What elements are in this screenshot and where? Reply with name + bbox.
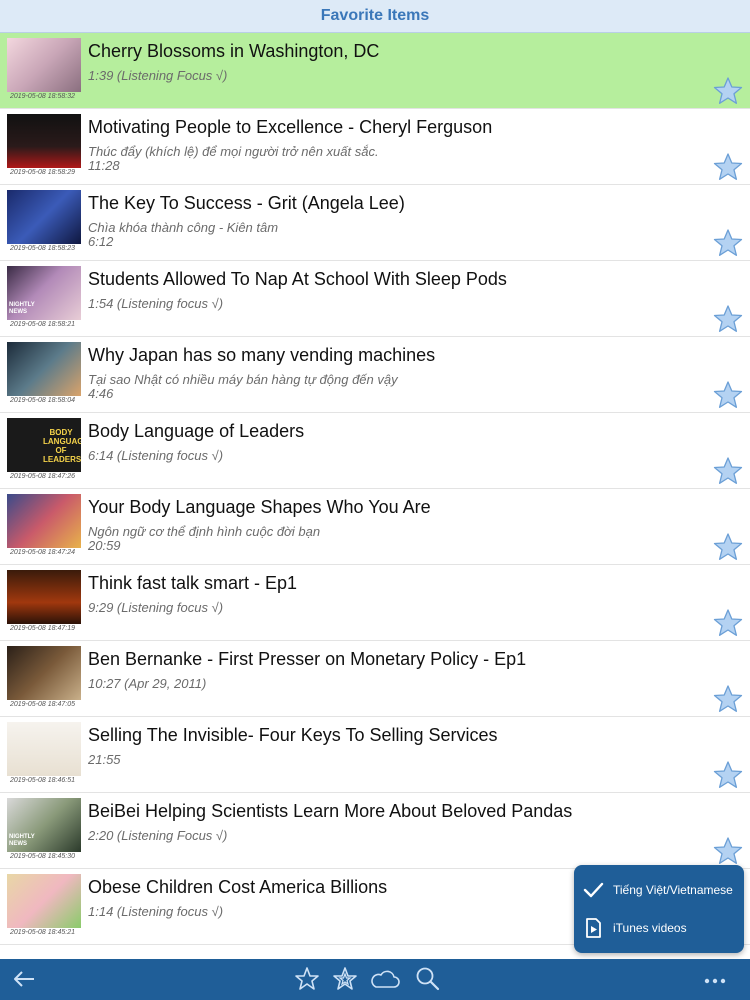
item-title: Your Body Language Shapes Who You Are	[88, 497, 431, 517]
video-thumbnail	[7, 570, 81, 624]
popover-item-itunes-videos[interactable]: iTunes videos	[574, 910, 744, 946]
back-arrow-icon[interactable]	[9, 964, 39, 994]
popover-item-label: iTunes videos	[613, 921, 687, 935]
list-item[interactable]: 2019-05-08 18:46:51 Selling The Invisible…	[0, 717, 750, 793]
video-thumbnail: BODY LANGUAGE OF LEADERS	[7, 418, 81, 472]
video-thumbnail	[7, 114, 81, 168]
timestamp: 2019-05-08 18:58:23	[10, 245, 75, 252]
video-thumbnail	[7, 494, 81, 548]
page-title: Favorite Items	[320, 7, 430, 24]
list-item[interactable]: 2019-05-08 18:47:24 Your Body Language Sh…	[0, 489, 750, 565]
thumbnail-caption: NIGHTLY NEWS	[9, 834, 35, 847]
item-title: BeiBei Helping Scientists Learn More Abo…	[88, 801, 573, 821]
item-title: Why Japan has so many vending machines	[88, 345, 436, 365]
list-item[interactable]: BODY LANGUAGE OF LEADERS 2019-05-08 18:47…	[0, 413, 750, 489]
video-thumbnail	[7, 342, 81, 396]
list-item[interactable]: 2019-05-08 18:58:04 Why Japan has so many…	[0, 337, 750, 413]
list-item[interactable]: 2019-05-08 18:58:29 Motivating People to …	[0, 109, 750, 185]
favorites-list[interactable]: 2019-05-08 18:58:32 Cherry Blossoms in Wa…	[0, 33, 750, 959]
item-subtitle: Tại sao Nhật có nhiều máy bán hàng tự độ…	[88, 372, 398, 387]
item-title: The Key To Success - Grit (Angela Lee)	[88, 193, 405, 213]
item-subtitle: 21:55	[88, 752, 121, 767]
item-subtitle: Thúc đẩy (khích lệ) để mọi người trở nên…	[88, 144, 379, 159]
list-item[interactable]: 2019-05-08 18:47:19 Think fast talk smart…	[0, 565, 750, 641]
timestamp: 2019-05-08 18:47:19	[10, 625, 75, 632]
favorite-star-icon[interactable]	[713, 152, 743, 182]
item-subtitle: 1:54 (Listening focus √)	[88, 296, 224, 311]
more-icon[interactable]	[700, 964, 730, 994]
video-thumbnail: NIGHTLY NEWS	[7, 798, 81, 852]
checkmark-icon	[583, 882, 604, 898]
item-duration: 4:46	[88, 386, 114, 401]
item-subtitle: 9:29 (Listening focus √)	[88, 600, 224, 615]
timestamp: 2019-05-08 18:58:21	[10, 321, 75, 328]
bottom-toolbar	[0, 959, 750, 1000]
favorite-star-icon[interactable]	[713, 380, 743, 410]
favorite-star-icon[interactable]	[713, 608, 743, 638]
timestamp: 2019-05-08 18:45:21	[10, 929, 75, 936]
popover-item-vietnamese[interactable]: Tiếng Việt/Vietnamese	[574, 872, 744, 908]
item-title: Ben Bernanke - First Presser on Monetary…	[88, 649, 527, 669]
item-subtitle: 1:39 (Listening Focus √)	[88, 68, 228, 83]
favorite-star-icon[interactable]	[713, 228, 743, 258]
popover-item-label: Tiếng Việt/Vietnamese	[613, 883, 733, 897]
favorite-star-icon[interactable]	[713, 760, 743, 790]
timestamp: 2019-05-08 18:46:51	[10, 777, 75, 784]
video-file-icon	[586, 918, 601, 938]
thumbnail-caption: NIGHTLY NEWS	[9, 302, 35, 315]
star-burst-icon[interactable]	[330, 964, 360, 994]
video-thumbnail: NIGHTLY NEWS	[7, 266, 81, 320]
item-title: Motivating People to Excellence - Cheryl…	[88, 117, 493, 137]
item-subtitle: 1:14 (Listening focus √)	[88, 904, 224, 919]
item-subtitle: Ngôn ngữ cơ thể định hình cuộc đời bạn	[88, 524, 321, 539]
video-thumbnail	[7, 190, 81, 244]
favorite-star-icon[interactable]	[713, 836, 743, 866]
video-thumbnail	[7, 38, 81, 92]
favorite-star-icon[interactable]	[713, 304, 743, 334]
item-title: Think fast talk smart - Ep1	[88, 573, 298, 593]
list-item[interactable]: NIGHTLY NEWS 2019-05-08 18:45:30 BeiBei He…	[0, 793, 750, 869]
timestamp: 2019-05-08 18:58:29	[10, 169, 75, 176]
list-item[interactable]: 2019-05-08 18:47:05 Ben Bernanke - First …	[0, 641, 750, 717]
list-item[interactable]: NIGHTLY NEWS 2019-05-08 18:58:21 Students …	[0, 261, 750, 337]
favorite-star-icon[interactable]	[713, 684, 743, 714]
list-item[interactable]: 2019-05-08 18:58:32 Cherry Blossoms in Wa…	[0, 33, 750, 109]
favorite-star-icon[interactable]	[713, 456, 743, 486]
timestamp: 2019-05-08 18:58:32	[10, 93, 75, 100]
item-duration: 11:28	[88, 158, 120, 173]
video-thumbnail	[7, 646, 81, 700]
item-subtitle: Chìa khóa thành công - Kiên tâm	[88, 220, 279, 235]
list-item[interactable]: 2019-05-08 18:58:23 The Key To Success - …	[0, 185, 750, 261]
item-title: Selling The Invisible- Four Keys To Sell…	[88, 725, 498, 745]
star-outline-icon[interactable]	[292, 964, 322, 994]
timestamp: 2019-05-08 18:47:24	[10, 549, 75, 556]
item-duration: 20:59	[88, 538, 121, 553]
timestamp: 2019-05-08 18:45:30	[10, 853, 75, 860]
timestamp: 2019-05-08 18:47:26	[10, 473, 75, 480]
item-title: Body Language of Leaders	[88, 421, 305, 441]
item-title: Students Allowed To Nap At School With S…	[88, 269, 507, 289]
item-title: Cherry Blossoms in Washington, DC	[88, 41, 380, 61]
item-subtitle: 2:20 (Listening Focus √)	[88, 828, 228, 843]
favorite-star-icon[interactable]	[713, 76, 743, 106]
nav-bar: Favorite Items	[0, 0, 750, 33]
language-popover: Tiếng Việt/Vietnamese iTunes videos	[574, 865, 744, 953]
search-icon[interactable]	[413, 964, 443, 994]
item-subtitle: 10:27 (Apr 29, 2011)	[88, 676, 207, 691]
timestamp: 2019-05-08 18:58:04	[10, 397, 75, 404]
cloud-icon[interactable]	[368, 964, 402, 994]
item-title: Obese Children Cost America Billions	[88, 877, 388, 897]
item-subtitle: 6:14 (Listening focus √)	[88, 448, 224, 463]
timestamp: 2019-05-08 18:47:05	[10, 701, 75, 708]
favorite-star-icon[interactable]	[713, 532, 743, 562]
video-thumbnail	[7, 722, 81, 776]
item-duration: 6:12	[88, 234, 114, 249]
thumbnail-caption: BODY LANGUAGE OF LEADERS	[43, 428, 81, 464]
video-thumbnail	[7, 874, 81, 928]
